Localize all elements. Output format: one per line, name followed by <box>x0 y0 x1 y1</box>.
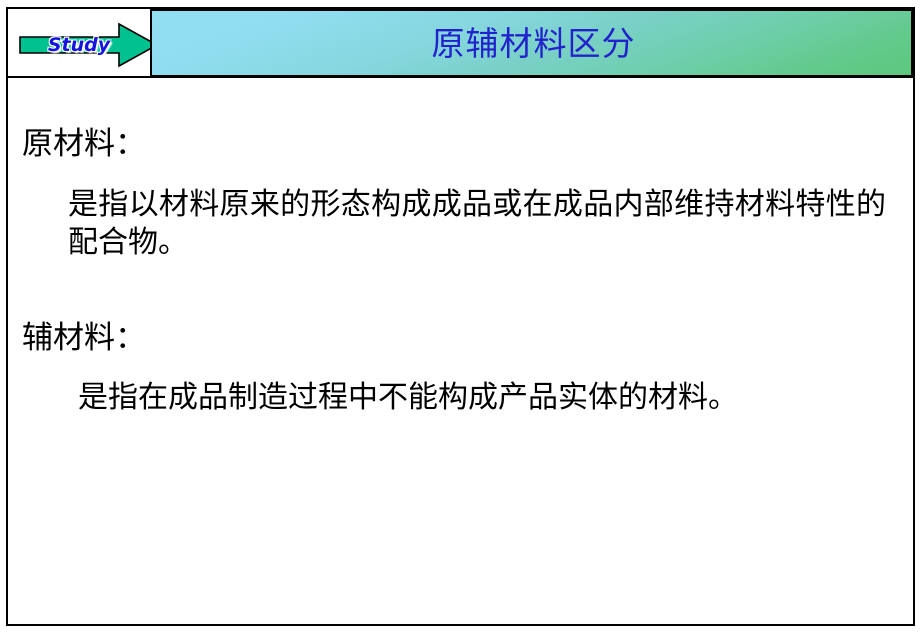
slide-header: Study 原辅材料区分 <box>8 9 913 77</box>
slide-body: 原材料： 是指以材料原来的形态构成成品或在成品内部维持材料特性的配合物。 辅材料… <box>8 80 913 624</box>
study-badge[interactable]: Study <box>18 21 160 69</box>
section-auxiliary-material-body: 是指在成品制造过程中不能构成产品实体的材料。 <box>78 379 738 415</box>
header-divider <box>8 76 913 78</box>
slide-title-box: 原辅材料区分 <box>150 9 913 77</box>
section-auxiliary-material-heading: 辅材料： <box>22 320 146 356</box>
study-badge-label: Study <box>47 34 111 56</box>
section-raw-material-heading: 原材料： <box>22 126 146 162</box>
slide-title: 原辅材料区分 <box>431 23 636 63</box>
section-raw-material: 原材料： 是指以材料原来的形态构成成品或在成品内部维持材料特性的配合物。 <box>8 126 913 262</box>
section-raw-material-body: 是指以材料原来的形态构成成品或在成品内部维持材料特性的配合物。 <box>68 186 886 260</box>
section-auxiliary-material: 辅材料： 是指在成品制造过程中不能构成产品实体的材料。 <box>8 320 913 417</box>
presentation-slide: Study 原辅材料区分 原材料： 是指以材料原来的形态构成成品或在成品内部维持… <box>0 0 920 636</box>
